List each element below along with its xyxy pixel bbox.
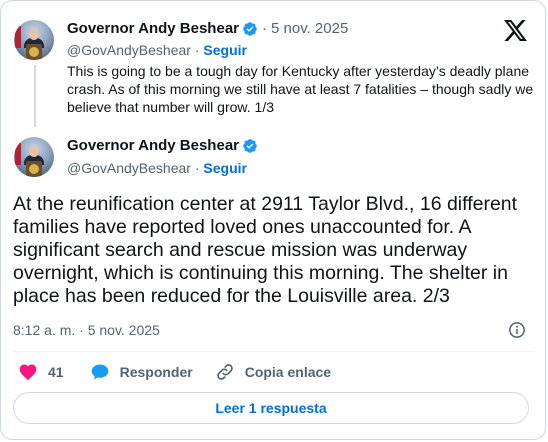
author-name[interactable]: Governor Andy Beshear: [67, 20, 239, 37]
header-separator: ·: [262, 20, 267, 37]
first-tweet-text: This is going to be a tough day for Kent…: [67, 63, 534, 115]
speech-bubble-icon: [91, 364, 108, 380]
action-bar: 41 Responder Copia enlace: [13, 361, 331, 383]
main-tweet-header: Governor Andy Beshear: [67, 137, 258, 154]
reply-label: Responder: [119, 364, 193, 380]
flag-shape: [15, 26, 21, 48]
info-icon[interactable]: [508, 321, 526, 339]
divider: [13, 351, 535, 352]
author-handle[interactable]: @GovAndyBeshear: [67, 160, 191, 176]
reply-button[interactable]: Responder: [90, 362, 193, 382]
like-count: 41: [48, 364, 64, 380]
flag-shape: [15, 143, 21, 165]
main-tweet-handle-row: @GovAndyBeshear · Seguir: [67, 160, 247, 176]
first-tweet-handle-row: @GovAndyBeshear · Seguir: [67, 42, 247, 58]
tweet-embed-card: Governor Andy Beshear · 5 nov. 2025 @Gov…: [0, 0, 546, 440]
first-tweet-header: Governor Andy Beshear · 5 nov. 2025: [67, 20, 348, 37]
author-avatar[interactable]: [14, 137, 54, 177]
read-replies-button[interactable]: Leer 1 respuesta: [13, 392, 529, 424]
link-icon: [216, 364, 233, 380]
author-handle[interactable]: @GovAndyBeshear: [67, 42, 191, 58]
like-button[interactable]: 41: [18, 362, 64, 382]
tweet-date[interactable]: 5 nov. 2025: [271, 20, 348, 37]
handle-dot: ·: [190, 160, 204, 176]
main-tweet-text: At the reunification center at 2911 Tayl…: [13, 193, 518, 307]
author-name[interactable]: Governor Andy Beshear: [67, 137, 239, 154]
follow-button[interactable]: Seguir: [203, 42, 247, 58]
copy-link-label: Copia enlace: [244, 364, 332, 380]
heart-icon: [19, 364, 37, 380]
handle-dot: ·: [190, 42, 204, 58]
thread-connector-line: [34, 65, 36, 127]
follow-button[interactable]: Seguir: [203, 160, 247, 176]
copy-link-button[interactable]: Copia enlace: [215, 362, 331, 382]
verified-badge-icon: [243, 21, 257, 36]
tweet-timestamp[interactable]: 8:12 a. m. · 5 nov. 2025: [13, 322, 160, 338]
x-logo-icon[interactable]: [504, 20, 527, 41]
verified-badge-icon: [243, 138, 257, 153]
author-avatar[interactable]: [14, 20, 54, 60]
